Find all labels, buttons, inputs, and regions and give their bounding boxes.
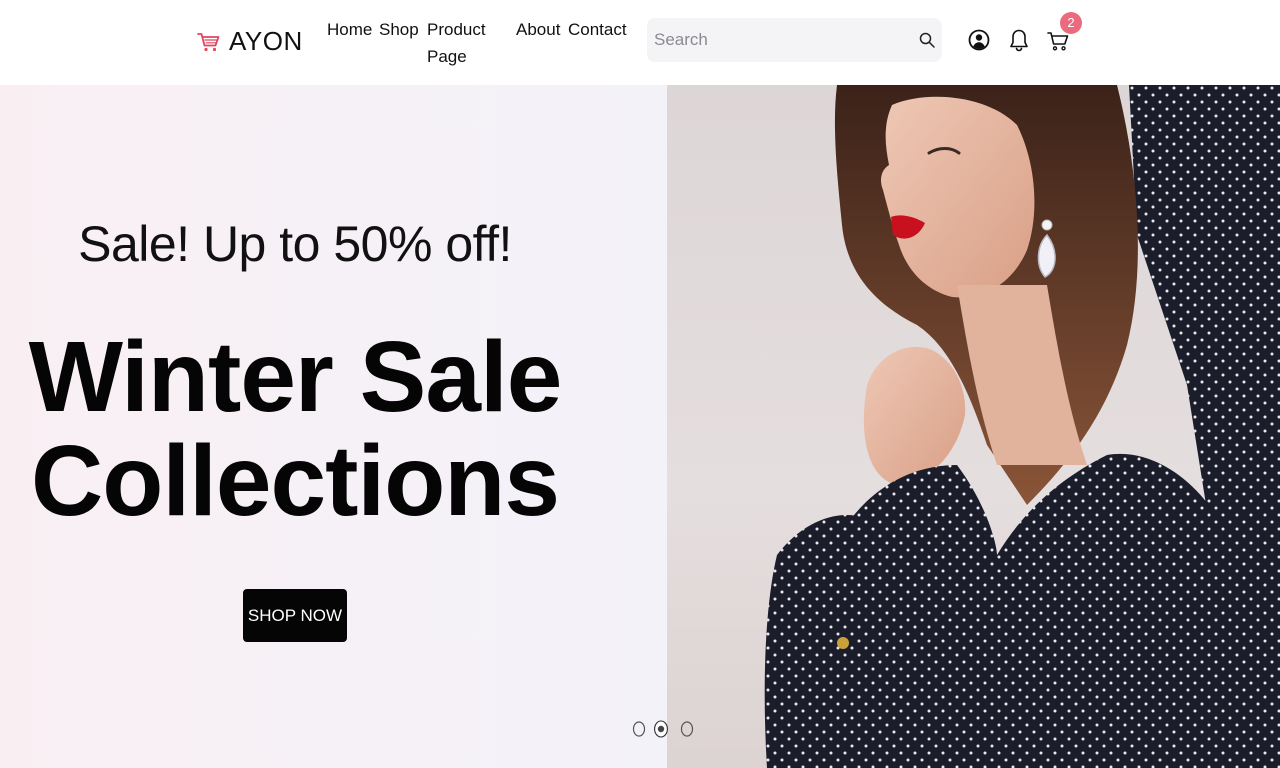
brand-logo[interactable]: AYON bbox=[197, 26, 303, 57]
carousel-dot-2-active[interactable] bbox=[653, 717, 669, 741]
cart-logo-icon bbox=[197, 32, 220, 51]
hero-image-panel bbox=[667, 85, 1280, 768]
nav-contact[interactable]: Contact bbox=[568, 16, 627, 43]
carousel-dot-3[interactable] bbox=[679, 717, 695, 741]
nav-shop[interactable]: Shop bbox=[379, 16, 419, 43]
search-bar bbox=[647, 18, 942, 62]
hero-title: Winter Sale Collections bbox=[0, 325, 590, 533]
search-input[interactable] bbox=[647, 18, 907, 62]
carousel-indicators bbox=[631, 717, 697, 741]
hero-title-line-1: Winter Sale bbox=[28, 321, 563, 433]
search-icon[interactable] bbox=[919, 32, 935, 48]
hero-model-photo bbox=[764, 85, 1280, 768]
nav-home[interactable]: Home bbox=[327, 16, 372, 43]
bell-icon[interactable] bbox=[1008, 28, 1030, 52]
nav-product-page[interactable]: Product Page bbox=[427, 16, 503, 70]
brand-name: AYON bbox=[229, 26, 303, 56]
user-icon[interactable] bbox=[968, 28, 990, 52]
hero-subtitle: Sale! Up to 50% off! bbox=[78, 216, 512, 272]
nav-about[interactable]: About bbox=[516, 16, 560, 43]
hero-title-line-2: Collections bbox=[31, 425, 560, 537]
cart-count-badge: 2 bbox=[1060, 12, 1082, 34]
hero-text-panel: Sale! Up to 50% off! Winter Sale Collect… bbox=[0, 85, 667, 768]
shop-now-button[interactable]: SHOP NOW bbox=[243, 589, 347, 642]
carousel-dot-1[interactable] bbox=[631, 717, 647, 741]
site-header: AYON Home Shop Product Page About Contac… bbox=[0, 0, 1280, 85]
